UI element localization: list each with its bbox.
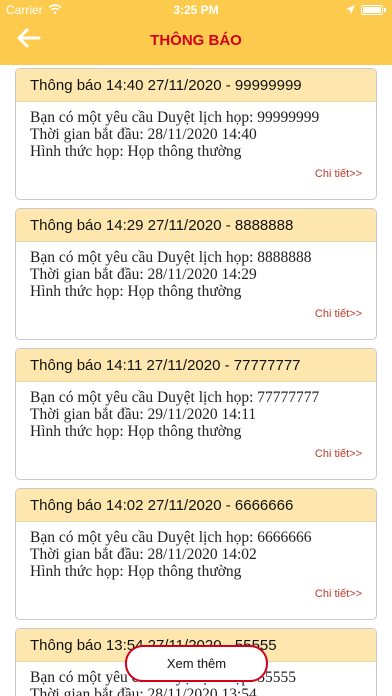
notification-line: Hình thức họp: Họp thông thường — [30, 423, 242, 440]
detail-link[interactable]: Chi tiết>> — [315, 308, 362, 320]
detail-link[interactable]: Chi tiết>> — [315, 168, 362, 180]
notification-card[interactable]: Thông báo 14:40 27/11/2020 - 99999999 Bạ… — [15, 68, 377, 200]
status-bar: Carrier 3:25 PM — [0, 0, 392, 20]
notification-line: Bạn có một yêu cầu Duyệt lịch họp: 88888… — [30, 249, 312, 266]
detail-link[interactable]: Chi tiết>> — [315, 448, 362, 460]
notification-line: Hình thức họp: Họp thông thường — [30, 143, 242, 160]
notification-body: Bạn có một yêu cầu Duyệt lịch họp: 88888… — [16, 242, 376, 300]
battery-tip — [384, 8, 386, 12]
notification-line: Thời gian bắt đầu: 28/11/2020 14:29 — [30, 266, 257, 283]
notification-body: Bạn có một yêu cầu Duyệt lịch họp: 66666… — [16, 522, 376, 580]
notification-title: Thông báo 14:40 27/11/2020 - 99999999 — [16, 69, 376, 102]
page-title: THÔNG BÁO — [150, 32, 242, 49]
status-right — [346, 3, 386, 17]
location-icon — [346, 3, 355, 17]
notification-line: Hình thức họp: Họp thông thường — [30, 563, 242, 580]
notification-line: Bạn có một yêu cầu Duyệt lịch họp: 66666… — [30, 529, 312, 546]
notification-list[interactable]: Thông báo 14:40 27/11/2020 - 99999999 Bạ… — [0, 65, 392, 696]
notification-line: Thời gian bắt đầu: 28/11/2020 14:02 — [30, 546, 257, 563]
notification-title: Thông báo 14:29 27/11/2020 - 8888888 — [16, 209, 376, 242]
notification-line: Thời gian bắt đầu: 28/11/2020 13:54 — [30, 686, 257, 696]
notification-body: Bạn có một yêu cầu Duyệt lịch họp: 77777… — [16, 382, 376, 440]
notification-body: Bạn có một yêu cầu Duyệt lịch họp: 99999… — [16, 102, 376, 160]
notification-card[interactable]: Thông báo 14:11 27/11/2020 - 77777777 Bạ… — [15, 348, 377, 480]
notification-card[interactable]: Thông báo 14:02 27/11/2020 - 6666666 Bạn… — [15, 488, 377, 620]
app-header: Carrier 3:25 PM THÔNG BÁO — [0, 0, 392, 65]
notification-line: Thời gian bắt đầu: 28/11/2020 14:40 — [30, 126, 257, 143]
detail-link[interactable]: Chi tiết>> — [315, 588, 362, 600]
status-time: 3:25 PM — [173, 3, 219, 17]
notification-title: Thông báo 14:02 27/11/2020 - 6666666 — [16, 489, 376, 522]
battery-icon — [361, 5, 383, 15]
notification-line: Bạn có một yêu cầu Duyệt lịch họp: 99999… — [30, 109, 320, 126]
notification-line: Hình thức họp: Họp thông thường — [30, 283, 242, 300]
notification-line: Bạn có một yêu cầu Duyệt lịch họp: 77777… — [30, 389, 320, 406]
load-more-button[interactable]: Xem thêm — [125, 645, 268, 682]
notification-card[interactable]: Thông báo 14:29 27/11/2020 - 8888888 Bạn… — [15, 208, 377, 340]
notification-line: Thời gian bắt đầu: 29/11/2020 14:11 — [30, 406, 257, 423]
notification-title: Thông báo 14:11 27/11/2020 - 77777777 — [16, 349, 376, 382]
